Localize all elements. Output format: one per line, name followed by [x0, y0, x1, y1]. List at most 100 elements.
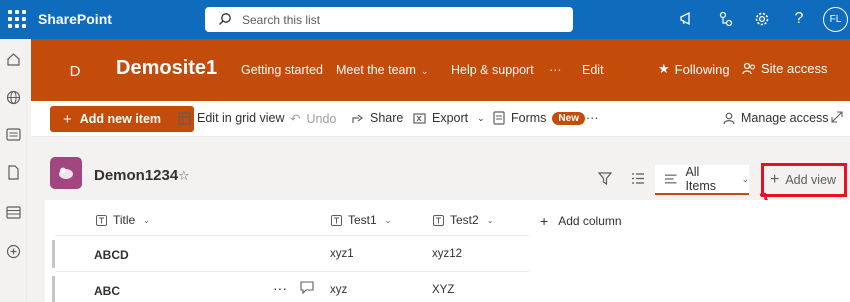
star-filled-icon: ★	[658, 61, 670, 76]
home-icon[interactable]	[4, 50, 22, 68]
manage-access-button[interactable]: Manage access	[723, 111, 829, 125]
following-label: Following	[674, 61, 730, 77]
people-icon	[742, 62, 756, 75]
share-label: Share	[370, 111, 404, 125]
nav-more[interactable]: ···	[549, 63, 562, 77]
chevron-down-icon: ⌄	[477, 112, 485, 123]
table-row[interactable]: ABC ··· xyz XYZ	[45, 272, 850, 302]
app-bar	[0, 39, 27, 302]
favorite-star-icon[interactable]: ☆	[178, 168, 190, 184]
chevron-down-icon: ⌄	[384, 215, 392, 225]
site-access-button[interactable]: Site access	[742, 61, 827, 76]
news-icon[interactable]	[4, 125, 22, 143]
column-header-test2[interactable]: Test2 ⌄	[433, 213, 493, 227]
manage-access-label: Manage access	[741, 111, 829, 125]
add-column-label: Add column	[558, 214, 622, 228]
add-column-button[interactable]: + Add column	[540, 213, 622, 229]
sharepoint-brand[interactable]: SharePoint	[38, 11, 112, 27]
plus-icon: +	[63, 110, 72, 128]
new-badge: New	[552, 111, 585, 125]
column-test1-label: Test1	[348, 213, 377, 227]
chevron-down-icon: ⌄	[143, 215, 150, 225]
table-row[interactable]: ABCD xyz1 xyz12	[45, 236, 850, 272]
expand-icon[interactable]	[831, 111, 843, 123]
chevron-down-icon: ⌄	[420, 66, 429, 76]
row-select-bar[interactable]	[52, 240, 55, 268]
row-test2: xyz12	[432, 248, 463, 260]
nav-edit[interactable]: Edit	[582, 63, 604, 77]
column-header-test1[interactable]: Test1 ⌄	[331, 213, 391, 227]
share-network-icon[interactable]	[715, 8, 737, 30]
row-test1: xyz	[330, 284, 348, 296]
row-select-bar[interactable]	[52, 276, 55, 302]
excel-icon	[413, 112, 426, 124]
nav-meet-the-team[interactable]: Meet the team ⌄	[336, 63, 428, 77]
row-test1: xyz1	[330, 248, 354, 260]
export-button[interactable]: Export ⌄	[413, 111, 485, 125]
megaphone-icon[interactable]	[677, 8, 699, 30]
globe-icon[interactable]	[4, 88, 22, 106]
list-tile-icon	[59, 167, 73, 179]
search-placeholder: Search this list	[242, 13, 321, 27]
chevron-down-icon: ⌄	[486, 215, 494, 225]
row-title[interactable]: ABCD	[94, 248, 129, 262]
search-icon	[219, 13, 231, 25]
gear-icon[interactable]	[751, 8, 773, 30]
view-selector[interactable]: All Items ⌄	[655, 165, 749, 195]
forms-label: Forms	[511, 111, 547, 125]
text-column-icon	[433, 214, 444, 226]
add-new-item-button[interactable]: + Add new item	[50, 106, 194, 132]
app-launcher-icon[interactable]	[5, 8, 27, 30]
nav-meet-the-team-label: Meet the team	[336, 63, 416, 77]
share-button[interactable]: Share	[351, 111, 403, 125]
column-test2-label: Test2	[450, 213, 479, 227]
row-more-icon[interactable]: ···	[273, 280, 287, 296]
column-header-title[interactable]: Title ⌄	[96, 213, 150, 227]
text-column-icon	[331, 214, 342, 226]
plus-icon: +	[540, 213, 549, 229]
command-bar: + Add new item Edit in grid view ↶ Undo …	[31, 101, 850, 137]
plus-icon: +	[770, 171, 780, 188]
site-logo[interactable]: D	[57, 53, 93, 89]
list-icon-tile	[50, 157, 82, 189]
view-options-icon[interactable]	[631, 172, 645, 188]
list-icon[interactable]	[4, 203, 22, 221]
edit-grid-view-button[interactable]: Edit in grid view	[178, 111, 285, 125]
view-selector-label: All Items	[685, 165, 716, 193]
list-grid: Title ⌄ Test1 ⌄ Test2 ⌄ + Add column ABC…	[45, 200, 850, 302]
lines-icon	[664, 174, 677, 184]
more-commands-button[interactable]: ···	[586, 111, 599, 125]
grid-icon	[178, 111, 191, 125]
more-label: ···	[586, 111, 599, 125]
undo-icon: ↶	[290, 112, 301, 126]
row-test2: XYZ	[432, 284, 455, 296]
nav-help-support[interactable]: Help & support	[451, 63, 534, 77]
edit-grid-view-label: Edit in grid view	[197, 111, 285, 125]
site-header: D Demosite1 Getting started Meet the tea…	[31, 39, 850, 101]
forms-icon	[493, 111, 505, 125]
list-title[interactable]: Demon1234	[94, 167, 178, 184]
person-icon	[723, 112, 735, 124]
nav-edit-label: Edit	[582, 63, 604, 77]
undo-button[interactable]: ↶ Undo	[290, 111, 336, 127]
nav-getting-started[interactable]: Getting started	[241, 63, 323, 77]
share-icon	[352, 114, 363, 123]
search-input[interactable]: Search this list	[205, 7, 573, 32]
help-icon[interactable]: ?	[788, 8, 810, 30]
avatar[interactable]: FL	[823, 7, 848, 32]
add-circle-icon[interactable]	[4, 242, 22, 260]
column-title-label: Title	[113, 213, 136, 227]
row-title[interactable]: ABC	[94, 284, 120, 298]
comment-icon[interactable]	[300, 281, 314, 297]
chevron-down-icon: ⌄	[741, 173, 749, 184]
filter-icon[interactable]	[597, 172, 613, 188]
site-title[interactable]: Demosite1	[116, 57, 217, 80]
add-view-label: Add view	[785, 173, 837, 187]
following-button[interactable]: ★ Following	[658, 61, 730, 77]
export-label: Export	[432, 111, 469, 125]
add-new-item-label: Add new item	[79, 112, 162, 126]
document-icon[interactable]	[4, 163, 22, 181]
nav-more-label: ···	[549, 63, 562, 77]
forms-button[interactable]: Forms New	[493, 111, 585, 125]
nav-getting-started-label: Getting started	[241, 63, 323, 77]
